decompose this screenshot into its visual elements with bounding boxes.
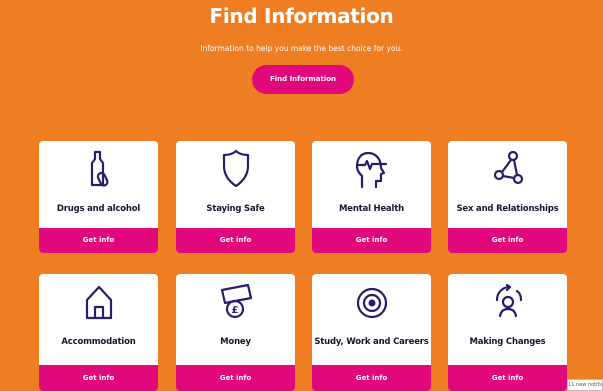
network-nodes-icon (448, 149, 567, 197)
card-mental-health[interactable]: Mental Health Get info (312, 141, 431, 253)
notification-tag[interactable]: 11 new notifs (567, 379, 603, 391)
house-icon (39, 282, 158, 330)
card-title: Study, Work and Careers (314, 337, 429, 347)
get-info-button[interactable]: Get info (39, 365, 158, 391)
card-accommodation[interactable]: Accommodation Get info (39, 274, 158, 391)
get-info-button[interactable]: Get info (448, 365, 567, 391)
find-information-button[interactable]: Find Information (252, 65, 354, 94)
get-info-button[interactable]: Get info (448, 228, 567, 253)
card-title: Sex and Relationships (456, 204, 559, 214)
person-cycle-icon (448, 282, 567, 330)
get-info-button[interactable]: Get info (312, 365, 431, 391)
card-title: Money (220, 337, 251, 347)
card-staying-safe[interactable]: Staying Safe Get info (176, 141, 295, 253)
get-info-button[interactable]: Get info (176, 365, 295, 391)
card-title: Mental Health (339, 204, 404, 214)
card-sex-and-relationships[interactable]: Sex and Relationships Get info (448, 141, 567, 253)
page-subtitle: Information to help you make the best ch… (200, 44, 403, 53)
page-title: Find Information (209, 4, 394, 28)
card-money[interactable]: £ Money Get info (176, 274, 295, 391)
card-title: Staying Safe (206, 204, 265, 214)
get-info-button[interactable]: Get info (39, 228, 158, 253)
card-title: Accommodation (61, 337, 136, 347)
card-making-changes[interactable]: Making Changes Get info (448, 274, 567, 391)
head-pulse-icon (312, 149, 431, 197)
card-title: Making Changes (469, 337, 546, 347)
get-info-button[interactable]: Get info (176, 228, 295, 253)
pound-cash-icon: £ (176, 282, 295, 330)
shield-icon (176, 149, 295, 197)
bottle-pill-icon (39, 149, 158, 197)
target-icon (312, 282, 431, 330)
card-study-work-careers[interactable]: Study, Work and Careers Get info (312, 274, 431, 391)
card-title: Drugs and alcohol (56, 204, 141, 214)
svg-text:£: £ (231, 305, 238, 316)
get-info-button[interactable]: Get info (312, 228, 431, 253)
card-drugs-and-alcohol[interactable]: Drugs and alcohol Get info (39, 141, 158, 253)
